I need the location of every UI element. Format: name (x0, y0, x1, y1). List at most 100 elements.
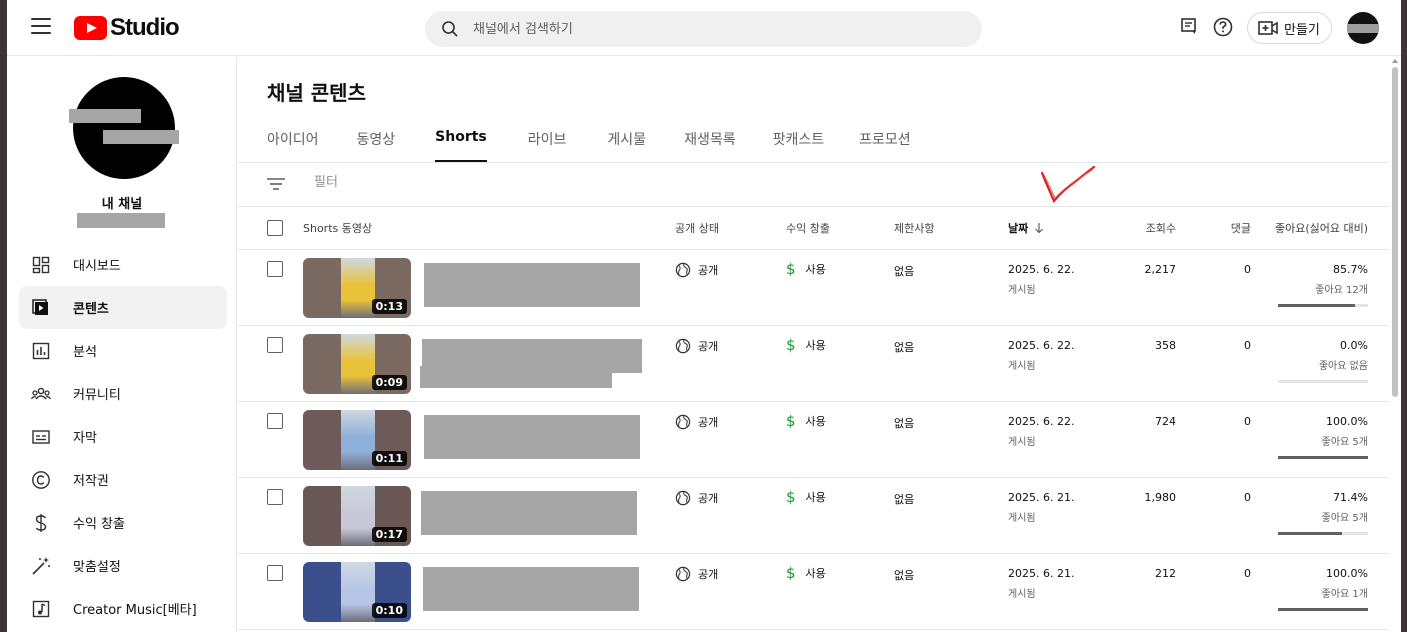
table-row[interactable]: 0:11 공개 $ 사용 없음 2025. 6. 22. 게시됨 724 0 100.0% 좋아요 … (238, 402, 1388, 478)
tab-7[interactable]: 프로모션 (859, 129, 911, 162)
sidebar-item-label: 수익 창출 (73, 517, 125, 532)
sidebar-item-dashboard[interactable]: 대시보드 (19, 243, 227, 286)
header-date[interactable]: 날짜 (1008, 220, 1046, 236)
thumbnail-figure (341, 410, 375, 470)
video-thumbnail[interactable]: 0:13 (303, 258, 411, 318)
globe-icon (675, 414, 691, 430)
redacted-channel-name (103, 130, 179, 144)
like-percent: 85.7% (1333, 263, 1368, 276)
video-thumbnail[interactable]: 0:17 (303, 486, 411, 546)
tab-4[interactable]: 게시물 (607, 129, 646, 162)
header-views[interactable]: 조회수 (1146, 220, 1176, 236)
row-checkbox[interactable] (267, 337, 283, 353)
date-value: 2025. 6. 22. (1008, 339, 1075, 352)
header-monetization[interactable]: 수익 창출 (786, 220, 830, 236)
sidebar-item-content[interactable]: 콘텐츠 (19, 286, 227, 329)
filter-input[interactable] (314, 175, 614, 190)
monetization-cell[interactable]: $ 사용 (786, 488, 826, 506)
sidebar-item-label: 대시보드 (73, 259, 121, 274)
customization-icon (31, 556, 51, 576)
row-checkbox[interactable] (267, 413, 283, 429)
comments-cell: 0 (1244, 491, 1251, 504)
video-thumbnail[interactable]: 0:11 (303, 410, 411, 470)
tab-5[interactable]: 재생목록 (684, 129, 736, 162)
table-row[interactable]: 0:17 공개 $ 사용 없음 2025. 6. 21. 게시됨 1,980 0 71.4% 좋아요… (238, 478, 1388, 554)
header-likes[interactable]: 좋아요(싫어요 대비) (1275, 220, 1368, 236)
visibility-cell[interactable]: 공개 (675, 338, 718, 354)
sidebar-item-label: 맞춤설정 (73, 560, 121, 575)
date-value: 2025. 6. 21. (1008, 491, 1075, 504)
visibility-label: 공개 (698, 416, 719, 429)
like-ratio-fill (1278, 532, 1343, 535)
date-status: 게시됨 (1008, 589, 1036, 600)
table-row[interactable]: 0:13 공개 $ 사용 없음 2025. 6. 22. 게시됨 2,217 0 85.7% 좋아요… (238, 250, 1388, 326)
studio-logo[interactable]: Studio (74, 14, 180, 42)
visibility-cell[interactable]: 공개 (675, 414, 718, 430)
dollar-icon: $ (786, 564, 796, 582)
table-row[interactable]: 0:09 공개 $ 사용 없음 2025. 6. 22. 게시됨 358 0 0.0% 좋아요 없음 (238, 326, 1388, 402)
top-header: Studio 만들기 (7, 0, 1401, 56)
sidebar-item-copyright[interactable]: 저작권 (19, 458, 227, 501)
window-frame-right (1401, 0, 1407, 632)
filter-icon[interactable] (266, 176, 286, 192)
search-input[interactable] (473, 21, 933, 37)
row-checkbox[interactable] (267, 565, 283, 581)
community-icon (31, 384, 51, 404)
date-cell: 2025. 6. 21. 게시됨 (1008, 491, 1074, 524)
scroll-up-icon[interactable] (1392, 59, 1398, 63)
visibility-label: 공개 (698, 264, 719, 277)
table-row[interactable]: 0:10 공개 $ 사용 없음 2025. 6. 21. 게시됨 212 0 100.0% 좋아요 … (238, 554, 1388, 630)
restrictions-cell: 없음 (894, 417, 915, 430)
sidebar-item-customization[interactable]: 맞춤설정 (19, 544, 227, 587)
channel-avatar[interactable] (73, 77, 175, 179)
select-all-checkbox[interactable] (267, 220, 283, 236)
sidebar-item-subtitles[interactable]: 자막 (19, 415, 227, 458)
sidebar-item-music[interactable]: Creator Music[베타] (19, 587, 227, 630)
dollar-icon: $ (786, 412, 796, 430)
monetization-label: 사용 (805, 491, 826, 504)
tab-3[interactable]: 라이브 (528, 129, 567, 162)
visibility-cell[interactable]: 공개 (675, 490, 718, 506)
sidebar-item-analytics[interactable]: 분석 (19, 329, 227, 372)
redacted-video-title (424, 415, 640, 459)
feedback-icon[interactable] (1179, 16, 1203, 40)
monetization-cell[interactable]: $ 사용 (786, 412, 826, 430)
scrollbar[interactable] (1390, 57, 1401, 632)
row-checkbox[interactable] (267, 489, 283, 505)
video-thumbnail[interactable]: 0:09 (303, 334, 411, 394)
likes-cell: 85.7% 좋아요 12개 (1268, 263, 1368, 296)
like-count: 좋아요 5개 (1321, 513, 1368, 524)
tab-1[interactable]: 동영상 (357, 129, 396, 162)
tab-0[interactable]: 아이디어 (267, 129, 319, 162)
menu-icon[interactable] (31, 18, 51, 38)
help-icon[interactable] (1212, 16, 1236, 40)
monetization-cell[interactable]: $ 사용 (786, 564, 826, 582)
header-video: Shorts 동영상 (303, 222, 373, 235)
handdrawn-checkmark (1040, 165, 1096, 204)
row-checkbox[interactable] (267, 261, 283, 277)
tab-2[interactable]: Shorts (435, 129, 487, 162)
tab-6[interactable]: 팟캐스트 (773, 129, 825, 162)
sidebar-item-community[interactable]: 커뮤니티 (19, 372, 227, 415)
like-percent: 100.0% (1326, 415, 1368, 428)
create-button[interactable]: 만들기 (1247, 12, 1332, 44)
visibility-cell[interactable]: 공개 (675, 566, 718, 582)
date-value: 2025. 6. 21. (1008, 567, 1075, 580)
header-restrictions[interactable]: 제한사항 (894, 220, 934, 236)
sidebar-item-monetization[interactable]: 수익 창출 (19, 501, 227, 544)
tabs-divider (238, 162, 1388, 163)
monetization-cell[interactable]: $ 사용 (786, 260, 826, 278)
monetization-cell[interactable]: $ 사용 (786, 336, 826, 354)
header-visibility[interactable]: 공개 상태 (675, 220, 719, 236)
header-comments[interactable]: 댓글 (1231, 220, 1251, 236)
video-thumbnail[interactable]: 0:10 (303, 562, 411, 622)
dollar-icon: $ (786, 488, 796, 506)
header-date-label: 날짜 (1008, 222, 1029, 235)
scrollbar-thumb[interactable] (1392, 67, 1398, 397)
redacted-video-title (424, 263, 640, 307)
visibility-label: 공개 (698, 492, 719, 505)
redacted-video-title (420, 366, 612, 388)
search-bar[interactable] (425, 11, 982, 47)
visibility-cell[interactable]: 공개 (675, 262, 718, 278)
account-avatar[interactable] (1347, 12, 1379, 44)
